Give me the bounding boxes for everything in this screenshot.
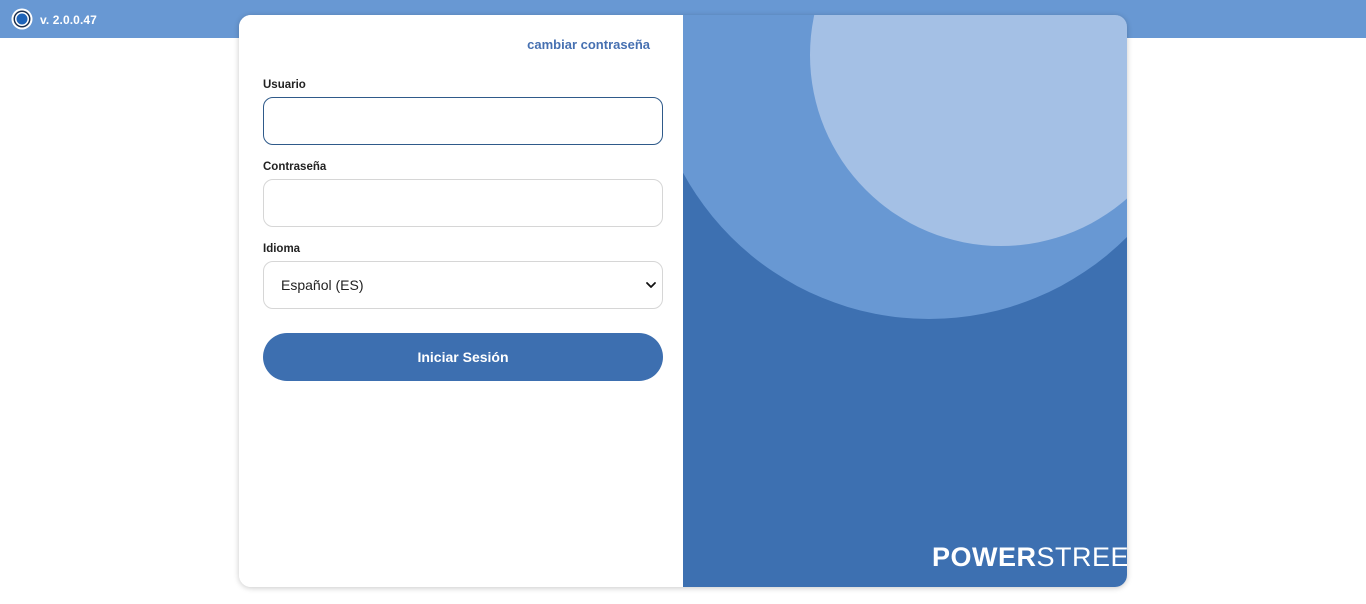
language-select[interactable]: Español (ES) — [263, 261, 663, 309]
username-label: Usuario — [263, 79, 306, 91]
chevron-down-icon — [646, 282, 656, 288]
decorative-panel: POWERSTREET — [683, 15, 1127, 587]
login-form: cambiar contraseña Usuario Contraseña Id… — [239, 15, 683, 587]
change-password-link[interactable]: cambiar contraseña — [527, 37, 650, 52]
decorative-circles — [683, 15, 1127, 319]
brand-text-power: POWER — [932, 542, 1037, 572]
password-input[interactable] — [263, 179, 663, 227]
login-button[interactable]: Iniciar Sesión — [263, 333, 663, 381]
language-label: Idioma — [263, 243, 301, 255]
username-input[interactable] — [263, 97, 663, 145]
version-label: v. 2.0.0.47 — [40, 13, 97, 27]
login-card: cambiar contraseña Usuario Contraseña Id… — [239, 15, 1127, 587]
password-label: Contraseña — [263, 161, 327, 173]
app-logo-icon — [11, 8, 33, 30]
brand-text-street: STREET — [1036, 542, 1127, 572]
language-selected-value: Español (ES) — [281, 277, 364, 293]
powerstreet-logo: POWERSTREET — [932, 542, 1127, 572]
